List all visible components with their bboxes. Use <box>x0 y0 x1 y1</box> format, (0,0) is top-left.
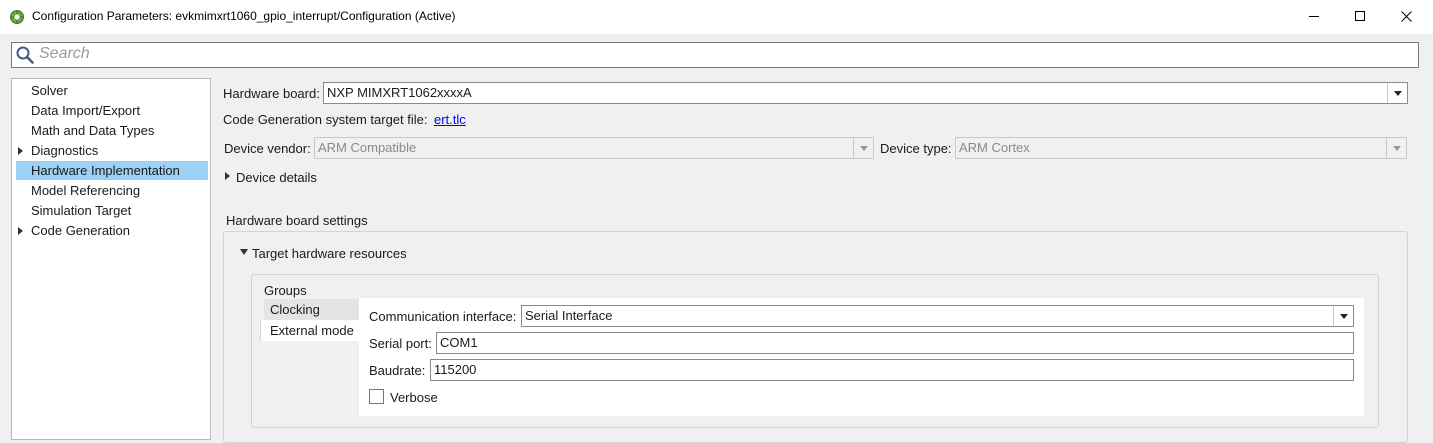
comm-interface-dropdown[interactable]: Serial Interface <box>521 305 1354 327</box>
close-icon <box>1400 10 1412 25</box>
window-title: Configuration Parameters: evkmimxrt1060_… <box>32 9 456 23</box>
serial-port-value: COM1 <box>440 335 478 350</box>
minimize-icon <box>1308 10 1320 25</box>
serial-port-label: Serial port: <box>369 336 432 351</box>
tree-item-label: Model Referencing <box>31 183 141 198</box>
tree-item-model-referencing[interactable]: Model Referencing <box>16 181 208 200</box>
target-resources-toggle[interactable]: Target hardware resources <box>252 246 407 261</box>
expanded-arrow-icon[interactable] <box>240 249 248 255</box>
baudrate-field[interactable]: 115200 <box>430 359 1354 381</box>
title-bar: Configuration Parameters: evkmimxrt1060_… <box>0 0 1433 34</box>
tree-item-label: Code Generation <box>31 223 131 238</box>
tree-item-label: Simulation Target <box>31 203 132 218</box>
close-button[interactable] <box>1383 0 1429 34</box>
device-type-label: Device type: <box>880 141 952 156</box>
serial-port-field[interactable]: COM1 <box>436 332 1354 354</box>
tree-item-label: Hardware Implementation <box>31 163 180 178</box>
maximize-button[interactable] <box>1337 0 1383 34</box>
tree-item-simulation-target[interactable]: Simulation Target <box>16 201 208 220</box>
hardware-board-dropdown[interactable]: NXP MIMXRT1062xxxxA <box>323 82 1408 104</box>
matlab-config-icon <box>9 9 25 25</box>
comm-interface-label: Communication interface: <box>369 309 517 324</box>
codegen-target-label: Code Generation system target file: <box>223 112 428 127</box>
minimize-button[interactable] <box>1291 0 1337 34</box>
tree-item-label: Diagnostics <box>31 143 99 158</box>
collapsed-arrow-icon[interactable] <box>225 172 230 180</box>
search-input[interactable]: Search <box>11 42 1419 68</box>
board-settings-title: Hardware board settings <box>226 213 368 228</box>
search-icon <box>16 46 34 67</box>
tree-item-hardware-implementation[interactable]: Hardware Implementation <box>16 161 208 180</box>
dropdown-arrow-icon[interactable] <box>1333 306 1353 326</box>
tree-item-data-import-export[interactable]: Data Import/Export <box>16 101 208 120</box>
device-type-value: ARM Cortex <box>959 140 1030 155</box>
device-vendor-label: Device vendor: <box>224 141 311 156</box>
maximize-icon <box>1354 10 1366 25</box>
expand-arrow-icon[interactable] <box>18 227 23 235</box>
baudrate-label: Baudrate: <box>369 363 426 378</box>
tree-item-label: Data Import/Export <box>31 103 141 118</box>
comm-interface-value: Serial Interface <box>525 308 613 323</box>
group-tab-label: Clocking <box>270 302 320 317</box>
codegen-target-link[interactable]: ert.tlc <box>434 112 466 127</box>
groups-label: Groups <box>264 283 307 298</box>
device-type-dropdown[interactable]: ARM Cortex <box>955 137 1407 159</box>
tree-item-label: Math and Data Types <box>31 123 155 138</box>
device-details-toggle[interactable]: Device details <box>236 170 317 185</box>
tree-item-diagnostics[interactable]: Diagnostics <box>16 141 208 160</box>
tree-item-math-data-types[interactable]: Math and Data Types <box>16 121 208 140</box>
category-tree: Solver Data Import/Export Math and Data … <box>11 78 211 440</box>
device-vendor-dropdown[interactable]: ARM Compatible <box>314 137 874 159</box>
verbose-label: Verbose <box>390 390 438 405</box>
hardware-board-value: NXP MIMXRT1062xxxxA <box>327 85 472 100</box>
baudrate-value: 115200 <box>434 362 477 377</box>
group-tab-clocking[interactable]: Clocking <box>264 299 359 320</box>
expand-arrow-icon[interactable] <box>18 147 23 155</box>
tree-item-code-generation[interactable]: Code Generation <box>16 221 208 240</box>
dropdown-arrow-icon[interactable] <box>1386 138 1406 158</box>
dropdown-arrow-icon[interactable] <box>853 138 873 158</box>
group-tab-external-mode[interactable]: External mode <box>260 320 360 341</box>
verbose-checkbox[interactable] <box>369 389 384 404</box>
tree-item-label: Solver <box>31 83 68 98</box>
tree-item-solver[interactable]: Solver <box>16 81 208 100</box>
device-vendor-value: ARM Compatible <box>318 140 417 155</box>
group-tab-label: External mode <box>270 323 354 338</box>
hardware-board-label: Hardware board: <box>223 86 320 101</box>
search-placeholder: Search <box>39 45 90 62</box>
dropdown-arrow-icon[interactable] <box>1387 83 1407 103</box>
